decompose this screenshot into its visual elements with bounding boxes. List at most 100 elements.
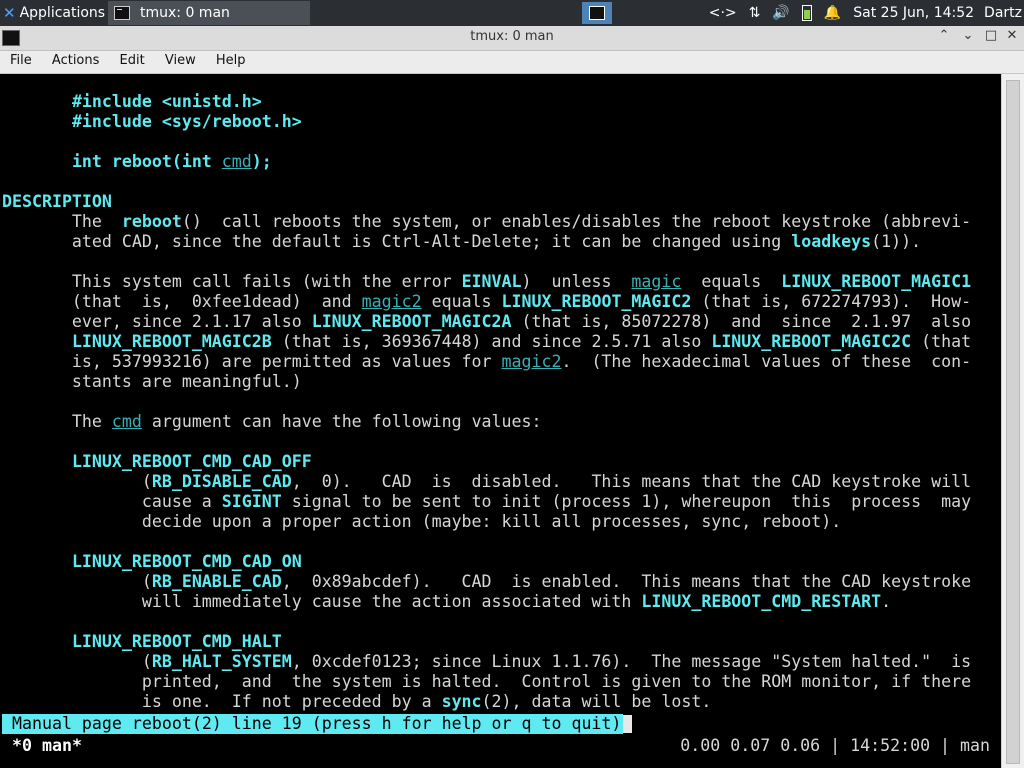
top-panel: ✕ Applications tmux: 0 man <·> ⇅ 🔊 🔔 Sat… xyxy=(0,0,1024,26)
terminal-line: is, 537993216) are permitted as values f… xyxy=(2,352,971,372)
plain-text: The xyxy=(2,412,112,431)
volume-icon[interactable]: 🔊 xyxy=(772,5,789,21)
menu-edit[interactable]: Edit xyxy=(110,51,151,68)
terminal-line: LINUX_REBOOT_CMD_HALT xyxy=(2,632,282,652)
plain-text: ( xyxy=(2,472,152,491)
bold-text: DESCRIPTION xyxy=(2,192,112,211)
terminal-line: This system call fails (with the error E… xyxy=(2,272,971,292)
battery-icon[interactable] xyxy=(801,5,812,21)
plain-text: , 0). CAD is disabled. This means that t… xyxy=(291,472,972,491)
plain-text: (that is, 0xfee1dead) and xyxy=(2,292,362,311)
terminal-launcher-button[interactable] xyxy=(582,2,612,24)
scrollbar-thumb[interactable] xyxy=(1006,80,1020,764)
applications-menu[interactable]: ✕ Applications xyxy=(0,0,105,26)
plain-text: (that xyxy=(911,332,972,351)
plain-text: ated CAD, since the default is Ctrl-Alt-… xyxy=(2,232,792,251)
plain-text: () call reboots the system, or enables/d… xyxy=(181,212,972,231)
plain-text xyxy=(2,552,72,571)
plain-text: printed, and the system is halted. Contr… xyxy=(2,672,972,691)
bold-text: RB_ENABLE_CAD xyxy=(151,572,282,591)
terminal-line: DESCRIPTION xyxy=(2,192,112,212)
plain-text: (that is, 672274793). How- xyxy=(691,292,972,311)
menu-help[interactable]: Help xyxy=(206,51,252,68)
underlined-text: magic2 xyxy=(501,352,562,371)
notifications-icon[interactable]: 🔔 xyxy=(824,5,841,21)
bold-text: SIGINT xyxy=(221,492,282,511)
restore-icon[interactable]: ⌄ xyxy=(958,28,978,43)
minimize-icon[interactable]: ⌃ xyxy=(934,28,954,43)
tmux-status-bar: *0 man* 0.00 0.07 0.06 | 14:52:00 | man xyxy=(0,734,1002,768)
underlined-text: cmd xyxy=(111,412,142,431)
applications-label: Applications xyxy=(19,5,106,21)
plain-text: . xyxy=(881,592,892,611)
network-icon[interactable]: <·> xyxy=(709,5,737,21)
plain-text: (1)). xyxy=(871,232,922,251)
bold-text: LINUX_REBOOT_MAGIC2 xyxy=(501,292,692,311)
bold-text: RB_HALT_SYSTEM xyxy=(151,652,292,671)
plain-text: (that is, 85072278) and since 2.1.97 als… xyxy=(511,312,972,331)
bold-text: #include <sys/reboot.h> xyxy=(71,112,302,131)
terminal-line: stants are meaningful.) xyxy=(2,372,302,392)
plain-text: ever, since 2.1.17 also xyxy=(2,312,312,331)
bold-text: LINUX_REBOOT_MAGIC2B xyxy=(71,332,272,351)
plain-text xyxy=(2,152,72,171)
text-cursor xyxy=(623,715,632,733)
taskbar-item-label: tmux: 0 man xyxy=(140,5,230,21)
bold-text: LINUX_REBOOT_MAGIC2C xyxy=(711,332,912,351)
terminal-line: (RB_HALT_SYSTEM, 0xcdef0123; since Linux… xyxy=(2,652,971,672)
bold-text: LINUX_REBOOT_CMD_CAD_ON xyxy=(71,552,302,571)
plain-text: stants are meaningful.) xyxy=(2,372,302,391)
plain-text: , 0x89abcdef). CAD is enabled. This mean… xyxy=(281,572,972,591)
plain-text: ) unless xyxy=(521,272,632,291)
underlined-text: cmd xyxy=(221,152,252,171)
plain-text: . (The hexadecimal values of these con- xyxy=(561,352,972,371)
plain-text: will immediately cause the action associ… xyxy=(2,592,642,611)
bold-text: LINUX_REBOOT_MAGIC2A xyxy=(311,312,512,331)
terminal-line: The cmd argument can have the following … xyxy=(2,412,542,432)
bold-text: LINUX_REBOOT_CMD_RESTART xyxy=(641,592,882,611)
plain-text xyxy=(2,332,72,351)
plain-text xyxy=(2,112,72,131)
bold-text: ); xyxy=(251,152,272,171)
window-title: tmux: 0 man xyxy=(470,29,554,44)
bold-text: loadkeys xyxy=(791,232,872,251)
terminal-area[interactable]: #include <unistd.h> #include <sys/reboot… xyxy=(0,74,1024,768)
scrollbar[interactable] xyxy=(1001,74,1024,768)
terminal-line: is one. If not preceded by a sync(2), da… xyxy=(2,692,711,712)
plain-text: (that is, 369367448) and since 2.5.71 al… xyxy=(271,332,712,351)
terminal-line: int reboot(int cmd); xyxy=(2,152,272,172)
plain-text: is, 537993216) are permitted as values f… xyxy=(2,352,502,371)
menubar: File Actions Edit View Help xyxy=(0,51,1024,74)
bold-text: LINUX_REBOOT_CMD_HALT xyxy=(71,632,282,651)
taskbar-item-tmux[interactable]: tmux: 0 man xyxy=(108,1,310,25)
clock[interactable]: Sat 25 Jun, 14:52 xyxy=(853,5,974,21)
bold-text: EINVAL xyxy=(461,272,522,291)
plain-text: argument can have the following values: xyxy=(141,412,542,431)
plain-text xyxy=(2,452,72,471)
plain-text: cause a xyxy=(2,492,222,511)
plain-text: , 0xcdef0123; since Linux 1.1.76). The m… xyxy=(291,652,972,671)
user-name[interactable]: Dartz xyxy=(984,5,1022,21)
menu-view[interactable]: View xyxy=(155,51,202,68)
terminal-line: LINUX_REBOOT_CMD_CAD_ON xyxy=(2,552,302,572)
plain-text: (2), data will be lost. xyxy=(481,692,712,711)
terminal-line: will immediately cause the action associ… xyxy=(2,592,891,612)
tmux-window-list[interactable]: *0 man* xyxy=(12,736,82,755)
window-titlebar[interactable]: tmux: 0 man ⌃ ⌄ □ ✕ xyxy=(0,26,1024,51)
plain-text: ( xyxy=(2,572,152,591)
terminal-line: (RB_DISABLE_CAD, 0). CAD is disabled. Th… xyxy=(2,472,971,492)
menu-file[interactable]: File xyxy=(0,51,38,68)
plain-text: equals xyxy=(681,272,782,291)
bold-text: sync xyxy=(441,692,482,711)
terminal-line: (that is, 0xfee1dead) and magic2 equals … xyxy=(2,292,971,312)
terminal-line: #include <sys/reboot.h> xyxy=(2,112,302,132)
terminal-icon xyxy=(114,6,130,20)
terminal-line: ated CAD, since the default is Ctrl-Alt-… xyxy=(2,232,921,252)
transfer-icon[interactable]: ⇅ xyxy=(749,5,761,21)
terminal-line: LINUX_REBOOT_CMD_CAD_OFF xyxy=(2,452,312,472)
maximize-icon[interactable]: □ xyxy=(981,28,1001,43)
close-icon[interactable]: ✕ xyxy=(1002,28,1022,43)
terminal-line: ever, since 2.1.17 also LINUX_REBOOT_MAG… xyxy=(2,312,971,332)
xfce-logo-icon: ✕ xyxy=(3,4,16,22)
menu-actions[interactable]: Actions xyxy=(42,51,106,68)
